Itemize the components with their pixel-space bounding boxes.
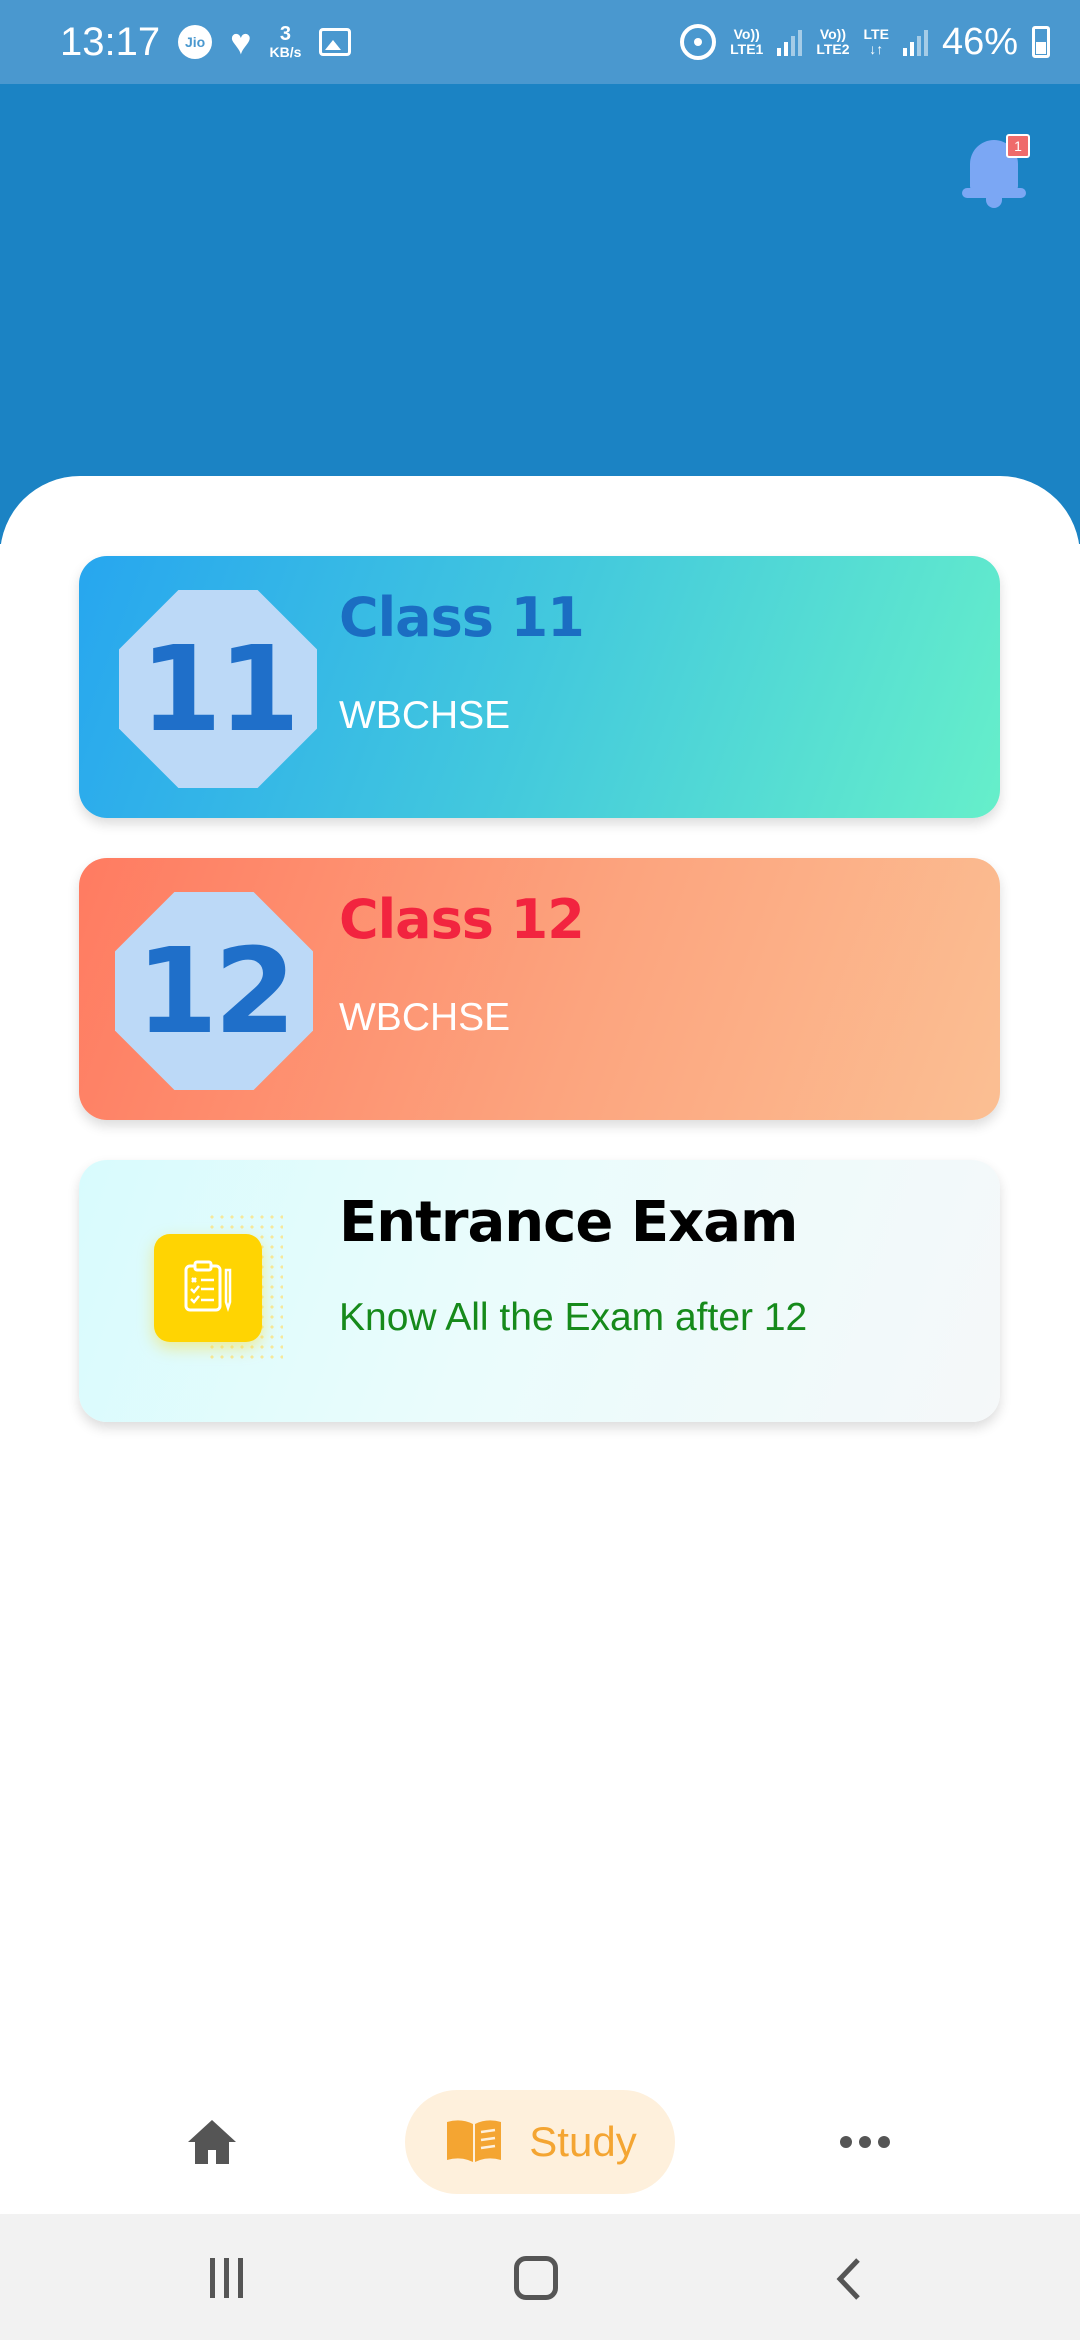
- class-12-card[interactable]: 12 Class 12 WBCHSE: [79, 858, 1000, 1120]
- sim1-label: Vo)) LTE1: [730, 27, 763, 56]
- status-time: 13:17: [60, 19, 161, 64]
- data-label-top: LTE: [863, 26, 889, 43]
- bottom-navigation: Study: [0, 2070, 1080, 2214]
- sim2-label-bottom: LTE2: [816, 41, 850, 57]
- hotspot-icon: [680, 24, 717, 60]
- app-header: 1: [0, 84, 1080, 544]
- entrance-exam-subtitle: Know All the Exam after 12: [339, 1296, 808, 1339]
- data-label: LTE ↓↑: [864, 27, 889, 56]
- home-icon[interactable]: [184, 2114, 240, 2170]
- class-11-card[interactable]: 11 Class 11 WBCHSE: [79, 556, 1000, 818]
- speed-value: 3: [279, 23, 291, 46]
- speed-unit: KB/s: [269, 44, 302, 61]
- class-12-badge: 12: [115, 892, 313, 1090]
- sim1-label-top: Vo)): [733, 26, 760, 43]
- back-icon[interactable]: [826, 2254, 876, 2304]
- network-speed: 3 KB/s: [269, 24, 301, 60]
- bell-icon[interactable]: 1: [962, 134, 1030, 210]
- jio-icon: Jio: [178, 25, 213, 59]
- status-right: Vo)) LTE1 Vo)) LTE2 LTE ↓↑ 46%: [680, 0, 1050, 84]
- class-11-badge: 11: [119, 590, 317, 788]
- nav-study-label: Study: [529, 2118, 637, 2165]
- status-left: 13:17 Jio ♥ 3 KB/s: [60, 0, 352, 84]
- sim2-label-top: Vo)): [819, 26, 847, 43]
- signal-icon: [902, 28, 928, 56]
- class-12-title: Class 12: [339, 888, 585, 951]
- recents-icon[interactable]: [210, 2258, 258, 2298]
- sim1-label-bottom: LTE1: [730, 41, 764, 57]
- entrance-exam-card[interactable]: Entrance Exam Know All the Exam after 12: [79, 1160, 1000, 1422]
- status-bar: 13:17 Jio ♥ 3 KB/s Vo)) LTE1 Vo)) LTE2 L…: [0, 0, 1080, 84]
- battery-level: 46%: [941, 20, 1018, 63]
- data-label-bottom: ↓↑: [869, 41, 884, 57]
- class-11-title: Class 11: [339, 586, 585, 649]
- class-11-subtitle: WBCHSE: [339, 694, 511, 737]
- heart-icon: ♥: [230, 21, 252, 62]
- sim2-label: Vo)) LTE2: [816, 27, 849, 56]
- nav-study-tab[interactable]: Study: [405, 2090, 675, 2194]
- battery-icon: [1032, 26, 1050, 58]
- book-icon: [443, 2116, 505, 2169]
- notification-badge: 1: [1006, 134, 1030, 158]
- home-button-icon[interactable]: [514, 2256, 558, 2300]
- clipboard-icon: [154, 1234, 262, 1342]
- signal-icon: [777, 28, 803, 56]
- entrance-exam-title: Entrance Exam: [339, 1190, 798, 1255]
- system-navigation-bar: [0, 2214, 1080, 2340]
- class-12-subtitle: WBCHSE: [339, 996, 511, 1039]
- gallery-icon: [319, 28, 352, 56]
- more-icon[interactable]: [830, 2114, 900, 2170]
